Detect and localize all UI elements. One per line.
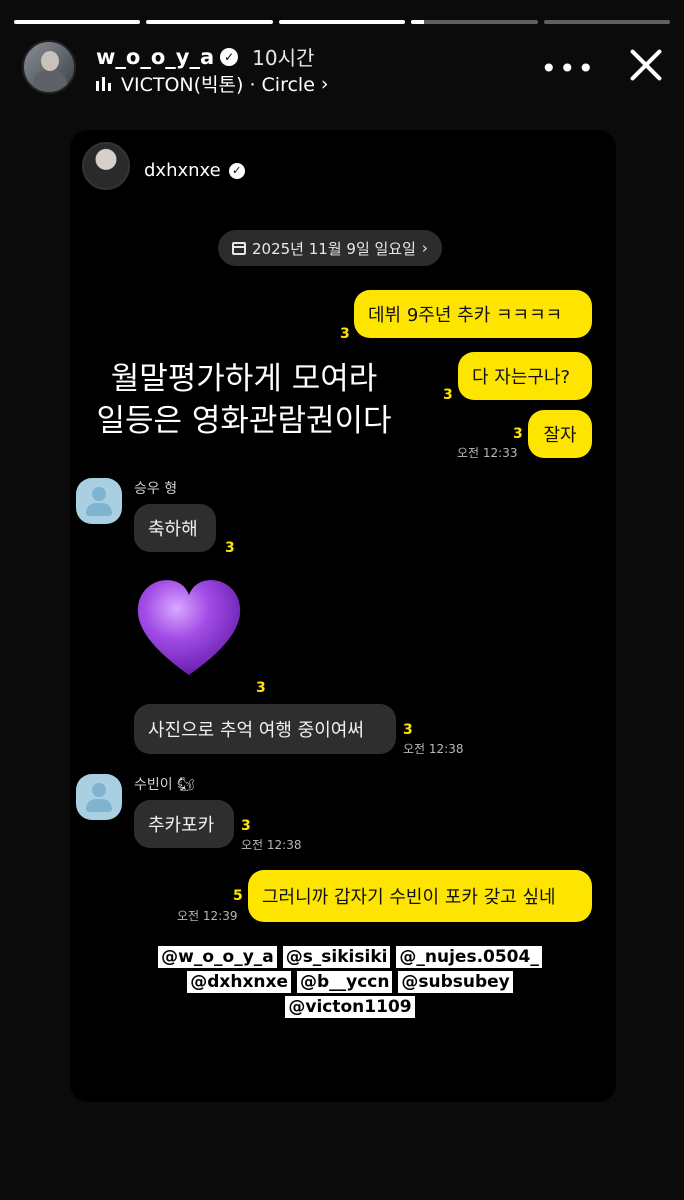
mention-tag[interactable]: @dxhxnxe — [187, 971, 292, 993]
time-ago: 10시간 — [252, 46, 315, 70]
message-bubble: 다 자는구나? — [458, 352, 592, 400]
mention-tag[interactable]: @s_sikisiki — [282, 946, 391, 968]
message-bubble: 사진으로 추억 여행 중이여써 — [134, 704, 396, 754]
purple-heart-emoji — [137, 580, 241, 675]
sender-name: 승우 형 — [134, 481, 178, 497]
progress-segment — [543, 20, 671, 24]
unread-count: 3 — [225, 540, 235, 556]
music-label[interactable]: VICTON(빅톤) · Circle — [121, 70, 315, 97]
mention-tag[interactable]: @_nujes.0504_ — [396, 946, 542, 968]
verified-icon: ✓ — [220, 47, 239, 66]
more-options-icon[interactable]: ••• — [540, 52, 596, 85]
message-timestamp: 오전 12:38 — [241, 838, 302, 852]
message-timestamp: 오전 12:38 — [403, 742, 464, 756]
unread-count: 5 — [233, 888, 243, 904]
progress-segment — [14, 20, 141, 24]
mention-tag[interactable]: @subsubey — [398, 971, 513, 993]
sender-name: 수빈이 🐿 — [134, 777, 195, 793]
unread-count: 3 — [241, 818, 251, 834]
verified-icon: ✓ — [228, 162, 245, 179]
unread-count: 3 — [513, 426, 523, 442]
unread-count: 3 — [443, 387, 453, 403]
message-bubble: 추카포카 — [134, 800, 234, 848]
progress-segment — [146, 20, 273, 24]
mention-tags: @w_o_o_y_a @s_sikisiki @_nujes.0504_ @dx… — [150, 945, 550, 1020]
close-icon[interactable] — [626, 44, 666, 84]
message-bubble: 그러니까 갑자기 수빈이 포카 갖고 싶네 — [248, 870, 592, 922]
shared-post[interactable]: dxhxnxe ✓ 2025년 11월 9일 일요일 › 데뷔 9주년 추카 ㅋ… — [70, 130, 616, 1102]
sender-avatar — [76, 478, 122, 524]
username[interactable]: w_o_o_y_a — [96, 45, 214, 69]
date-label: 2025년 11월 9일 일요일 — [252, 239, 416, 258]
mention-tag[interactable]: @w_o_o_y_a — [158, 946, 277, 968]
date-chip: 2025년 11월 9일 일요일 › — [218, 230, 442, 266]
message-timestamp: 오전 12:39 — [177, 909, 238, 923]
story-progress — [14, 20, 671, 24]
chevron-right-icon: › — [320, 72, 329, 95]
mention-tag[interactable]: @b__yccn — [296, 971, 393, 993]
calendar-icon — [232, 241, 246, 255]
music-attribution[interactable]: VICTON(빅톤) · Circle › — [96, 70, 329, 97]
progress-segment — [411, 20, 538, 24]
post-author-avatar[interactable] — [82, 142, 130, 190]
avatar[interactable] — [22, 40, 76, 94]
music-bars-icon — [96, 76, 111, 91]
post-handle[interactable]: dxhxnxe — [144, 160, 221, 181]
unread-count: 3 — [256, 680, 266, 696]
progress-segment — [278, 20, 406, 24]
overlay-line: 일등은 영화관람권이다 — [96, 403, 392, 439]
post-author[interactable]: dxhxnxe ✓ — [144, 160, 245, 181]
message-bubble: 축하해 — [134, 504, 216, 552]
mention-tag[interactable]: @victon1109 — [285, 996, 415, 1018]
message-bubble: 데뷔 9주년 추카 ㅋㅋㅋㅋ — [354, 290, 592, 338]
overlay-text: 월말평가하게 모여라 일등은 영화관람권이다 — [84, 358, 404, 442]
overlay-line: 월말평가하게 모여라 — [110, 361, 378, 397]
sender-avatar — [76, 774, 122, 820]
chevron-right-icon: › — [421, 239, 428, 257]
unread-count: 3 — [403, 722, 413, 738]
story-header: w_o_o_y_a ✓ 10시간 VICTON(빅톤) · Circle › •… — [22, 40, 666, 96]
message-bubble: 잘자 — [528, 410, 592, 458]
message-timestamp: 오전 12:33 — [457, 446, 518, 460]
story-user[interactable]: w_o_o_y_a ✓ 10시간 — [96, 42, 314, 71]
unread-count: 3 — [340, 326, 350, 342]
